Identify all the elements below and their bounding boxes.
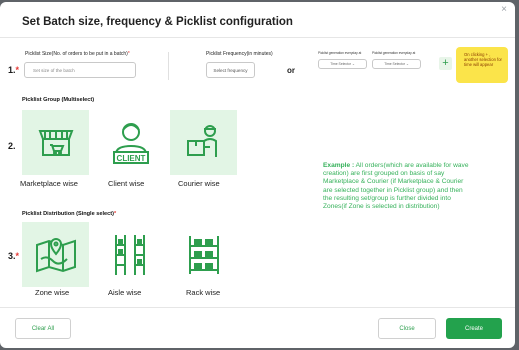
picklist-frequency-label: Picklist Frequency(in minutes) bbox=[206, 51, 273, 57]
step-number-3: 3.* bbox=[8, 251, 20, 261]
example-text: Example : All orders(which are available… bbox=[323, 162, 469, 211]
add-time-tooltip: On clicking + , another selection for ti… bbox=[456, 47, 508, 83]
time-selector-1[interactable]: Time Selector ⌄ bbox=[318, 59, 367, 69]
add-time-icon[interactable]: + bbox=[439, 57, 452, 70]
batch-size-input[interactable]: Set size of the batch bbox=[24, 62, 136, 78]
picklist-distribution-title: Picklist Distribution (Single select)* bbox=[22, 211, 117, 217]
option-zone-wise[interactable] bbox=[22, 222, 89, 287]
step-number-1: 1.* bbox=[8, 65, 20, 75]
chevron-down-icon: ⌄ bbox=[351, 62, 355, 66]
batch-config-modal: × Set Batch size, frequency & Picklist c… bbox=[0, 2, 515, 348]
client-icon: CLIENT bbox=[112, 122, 149, 164]
courier-icon bbox=[186, 124, 217, 157]
option-label-rack: Rack wise bbox=[186, 288, 221, 297]
select-frequency-button[interactable]: Select frequency bbox=[206, 62, 255, 78]
close-button[interactable]: Close bbox=[378, 318, 436, 339]
option-courier-wise[interactable] bbox=[170, 110, 237, 175]
step-number-2: 2. bbox=[8, 141, 16, 151]
close-icon[interactable]: × bbox=[501, 5, 507, 15]
header-divider bbox=[0, 37, 515, 38]
footer-divider bbox=[0, 307, 515, 308]
client-badge-text: CLIENT bbox=[116, 154, 145, 163]
time-label-2: Picklist generation everyday at bbox=[372, 51, 416, 55]
picklist-size-label: Picklist Size(No. of orders to be put in… bbox=[25, 51, 130, 57]
option-label-zone: Zone wise bbox=[35, 288, 70, 297]
option-marketplace-wise[interactable] bbox=[22, 110, 89, 175]
create-button[interactable]: Create bbox=[446, 318, 502, 339]
rack-icon bbox=[188, 235, 219, 274]
option-label-marketplace: Marketplace wise bbox=[20, 179, 78, 188]
vertical-divider bbox=[168, 52, 169, 80]
option-rack-wise[interactable] bbox=[170, 222, 237, 287]
aisle-icon bbox=[114, 234, 145, 275]
chevron-down-icon: ⌄ bbox=[405, 62, 409, 66]
marketplace-icon bbox=[38, 129, 73, 156]
option-label-client: Client wise bbox=[108, 179, 145, 188]
option-aisle-wise[interactable] bbox=[96, 222, 163, 287]
time-label-1: Picklist generation everyday at bbox=[318, 51, 362, 55]
clear-all-button[interactable]: Clear All bbox=[15, 318, 71, 339]
option-label-courier: Courier wise bbox=[178, 179, 220, 188]
zone-map-icon bbox=[35, 237, 76, 272]
time-selector-2[interactable]: Time Selector ⌄ bbox=[372, 59, 421, 69]
option-client-wise[interactable]: CLIENT bbox=[97, 110, 164, 175]
option-label-aisle: Aisle wise bbox=[108, 288, 142, 297]
modal-title: Set Batch size, frequency & Picklist con… bbox=[22, 16, 293, 28]
picklist-group-title: Picklist Group (Multiselect) bbox=[22, 97, 95, 103]
or-text: or bbox=[287, 66, 295, 75]
